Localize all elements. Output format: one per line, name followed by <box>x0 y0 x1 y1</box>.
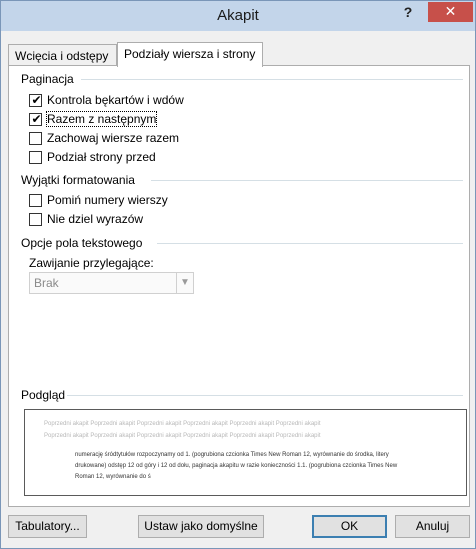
keep-with-next-checkbox[interactable]: ✔ Razem z następnym <box>29 111 158 127</box>
ok-button[interactable]: OK <box>312 515 387 538</box>
set-as-default-button[interactable]: Ustaw jako domyślne <box>138 515 264 538</box>
checkbox-box[interactable] <box>29 193 42 207</box>
tight-wrap-select[interactable]: Brak ▼ <box>29 272 194 294</box>
checkbox-label: Podział strony przed <box>47 150 156 164</box>
tab-indents-spacing[interactable]: Wcięcia i odstępy <box>8 44 117 65</box>
preview-previous-paragraph: Poprzedni akapit Poprzedni akapit Poprze… <box>44 421 321 439</box>
title-bar: Akapit ? ✕ <box>1 1 475 31</box>
keep-lines-together-checkbox[interactable]: Zachowaj wiersze razem <box>29 130 179 146</box>
checkmark-icon: ✔ <box>31 111 42 126</box>
checkbox-box[interactable] <box>29 212 42 226</box>
divider <box>151 180 463 181</box>
suppress-line-numbers-checkbox[interactable]: Pomiń numery wierszy <box>29 192 168 208</box>
close-icon[interactable]: ✕ <box>428 2 473 22</box>
preview-box: Poprzedni akapit Poprzedni akapit Poprze… <box>24 409 467 496</box>
checkbox-label: Pomiń numery wierszy <box>47 193 168 207</box>
pagination-heading: Paginacja <box>21 72 74 86</box>
checkbox-box[interactable] <box>29 150 42 164</box>
dont-hyphenate-checkbox[interactable]: Nie dziel wyrazów <box>29 211 143 227</box>
tab-panel: Paginacja ✔ Kontrola bękartów i wdów ✔ R… <box>8 65 470 507</box>
textbox-options-heading: Opcje pola tekstowego <box>21 236 143 250</box>
preview-current-paragraph: numerację śródtytułów rozpoczynamy od 1.… <box>75 452 398 480</box>
cancel-button[interactable]: Anuluj <box>395 515 470 538</box>
checkbox-label: Zachowaj wiersze razem <box>47 131 180 145</box>
formatting-exceptions-heading: Wyjątki formatowania <box>21 173 135 187</box>
chevron-down-icon[interactable]: ▼ <box>176 273 193 293</box>
paragraph-dialog: Akapit ? ✕ Wcięcia i odstępy Podziały wi… <box>0 0 476 549</box>
select-value: Brak <box>34 276 59 290</box>
widow-orphan-control-checkbox[interactable]: ✔ Kontrola bękartów i wdów <box>29 92 184 108</box>
help-icon[interactable]: ? <box>395 4 421 24</box>
divider <box>81 79 463 80</box>
page-break-before-checkbox[interactable]: Podział strony przed <box>29 149 156 165</box>
checkbox-box[interactable]: ✔ <box>29 111 42 126</box>
preview-heading: Podgląd <box>21 388 66 402</box>
checkbox-label: Nie dziel wyrazów <box>47 212 144 226</box>
checkbox-box[interactable]: ✔ <box>29 92 42 107</box>
tab-label: Podziały wiersza i strony <box>124 47 256 61</box>
tab-label: Wcięcia i odstępy <box>15 49 109 63</box>
tight-wrap-label: Zawijanie przylegające: <box>29 256 154 270</box>
checkbox-label: Razem z następnym <box>45 111 158 127</box>
divider <box>67 395 463 396</box>
checkbox-label: Kontrola bękartów i wdów <box>47 93 184 107</box>
divider <box>157 243 463 244</box>
tabs-button[interactable]: Tabulatory... <box>8 515 87 538</box>
checkmark-icon: ✔ <box>31 92 42 107</box>
tab-line-page-breaks[interactable]: Podziały wiersza i strony <box>117 42 263 67</box>
checkbox-box[interactable] <box>29 131 42 145</box>
